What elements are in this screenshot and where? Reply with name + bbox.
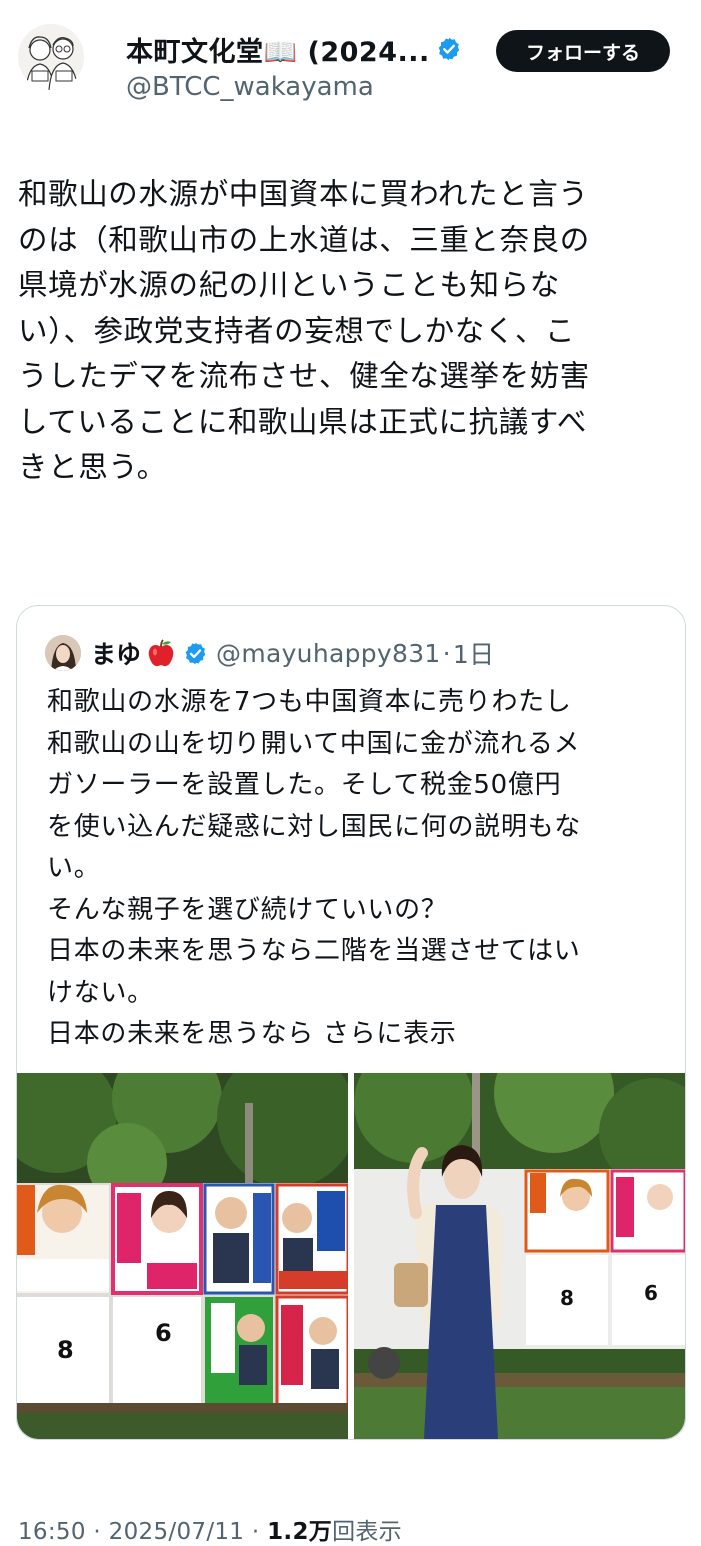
tweet-meta: 16:50 · 2025/07/11 · 1.2万回表示 — [18, 1512, 402, 1546]
view-count[interactable]: 1.2万 — [267, 1519, 332, 1545]
author-avatar[interactable] — [18, 24, 84, 90]
quoted-author-avatar — [45, 635, 81, 671]
photo1-number-8: 8 — [57, 1336, 74, 1364]
meta-separator: · — [93, 1519, 102, 1545]
author-handle[interactable]: @BTCC_wakayama — [126, 72, 374, 102]
verified-badge-icon — [438, 37, 460, 61]
poster-board-photo: 8 6 — [17, 1073, 348, 1439]
tweet-header: 本町文化堂📖 (2024... @BTCC_wakayama フォローする — [0, 0, 701, 120]
tweet-date[interactable]: 2025/07/11 — [109, 1519, 245, 1545]
quoted-separator: · — [442, 638, 451, 668]
photo2-number-8: 8 — [560, 1286, 574, 1310]
quoted-author-name[interactable]: まゆ — [91, 635, 141, 671]
quoted-photo-2[interactable]: 8 6 — [354, 1073, 685, 1439]
author-name-row: 本町文化堂📖 (2024... — [126, 30, 462, 68]
tweet-time[interactable]: 16:50 — [18, 1519, 86, 1545]
follow-button[interactable]: フォローする — [496, 30, 670, 72]
avatar-illustration — [18, 24, 84, 90]
quoted-tweet-text: 和歌山の水源を7つも中国資本に売りわたし 和歌山の山を切り開いて中国に金が流れる… — [47, 682, 667, 1056]
tweet-text: 和歌山の水源が中国資本に買われたと言う のは（和歌山市の上水道は、三重と奈良の … — [18, 177, 590, 484]
author-name[interactable]: 本町文化堂📖 (2024... — [126, 30, 430, 69]
photo2-number-6: 6 — [644, 1281, 658, 1305]
apple-emoji-icon — [148, 639, 174, 667]
view-count-label: 回表示 — [332, 1519, 402, 1545]
quoted-verified-badge-icon — [185, 642, 206, 664]
quoted-tweet-header: まゆ @mayuhappy831 · 1日 — [45, 633, 494, 673]
quoted-photo-1[interactable]: 8 6 — [17, 1073, 348, 1439]
quoted-tweet-card[interactable]: まゆ @mayuhappy831 · 1日 和歌山の水源を7つも中国資本に売りわ… — [16, 605, 686, 1440]
show-more-link[interactable]: さらに表示 — [323, 1019, 457, 1049]
meta-separator: · — [251, 1519, 260, 1545]
quoted-text-body: 和歌山の水源を7つも中国資本に売りわたし 和歌山の山を切り開いて中国に金が流れる… — [47, 687, 582, 1049]
quoted-timestamp[interactable]: 1日 — [453, 635, 495, 671]
woman-at-board-photo: 8 6 — [354, 1073, 685, 1439]
quoted-avatar-photo — [45, 635, 81, 671]
quoted-author-handle[interactable]: @mayuhappy831 — [216, 639, 441, 668]
photo1-number-6: 6 — [155, 1319, 172, 1347]
